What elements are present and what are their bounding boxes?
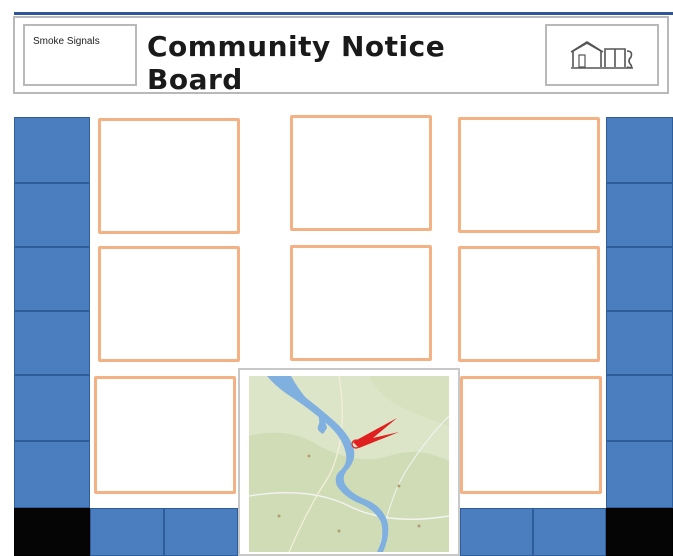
brand-box[interactable]: Smoke Signals — [23, 24, 137, 86]
notice-slot[interactable] — [460, 376, 602, 494]
notice-slot[interactable] — [290, 115, 432, 231]
border-tile — [606, 247, 673, 311]
notice-slot[interactable] — [458, 246, 600, 362]
page-title: Community Notice Board — [147, 30, 446, 96]
border-tile — [533, 508, 606, 556]
border-tile — [606, 311, 673, 375]
map-location-icon — [249, 376, 449, 552]
border-tile — [90, 508, 164, 556]
notice-slot[interactable] — [98, 118, 240, 234]
notice-board-header: Smoke Signals Community Notice Board — [13, 16, 669, 96]
border-tile — [606, 183, 673, 247]
border-tile — [14, 117, 90, 183]
border-tile — [606, 375, 673, 441]
top-rule — [14, 12, 673, 15]
corner-tile — [14, 508, 90, 556]
map-panel[interactable] — [238, 368, 460, 556]
house-logo-icon — [570, 41, 633, 69]
notice-slot[interactable] — [458, 117, 600, 233]
logo-box[interactable] — [545, 24, 659, 86]
border-tile — [460, 508, 533, 556]
border-tile — [14, 375, 90, 441]
border-tile — [606, 441, 673, 508]
border-tile — [606, 117, 673, 183]
border-tile — [14, 183, 90, 247]
border-tile — [14, 247, 90, 311]
notice-slot[interactable] — [290, 245, 432, 361]
brand-label: Smoke Signals — [33, 36, 100, 47]
notice-slot[interactable] — [98, 246, 240, 362]
border-tile — [164, 508, 238, 556]
notice-slot[interactable] — [94, 376, 236, 494]
border-tile — [14, 311, 90, 375]
border-tile — [14, 441, 90, 508]
corner-tile — [606, 508, 673, 556]
